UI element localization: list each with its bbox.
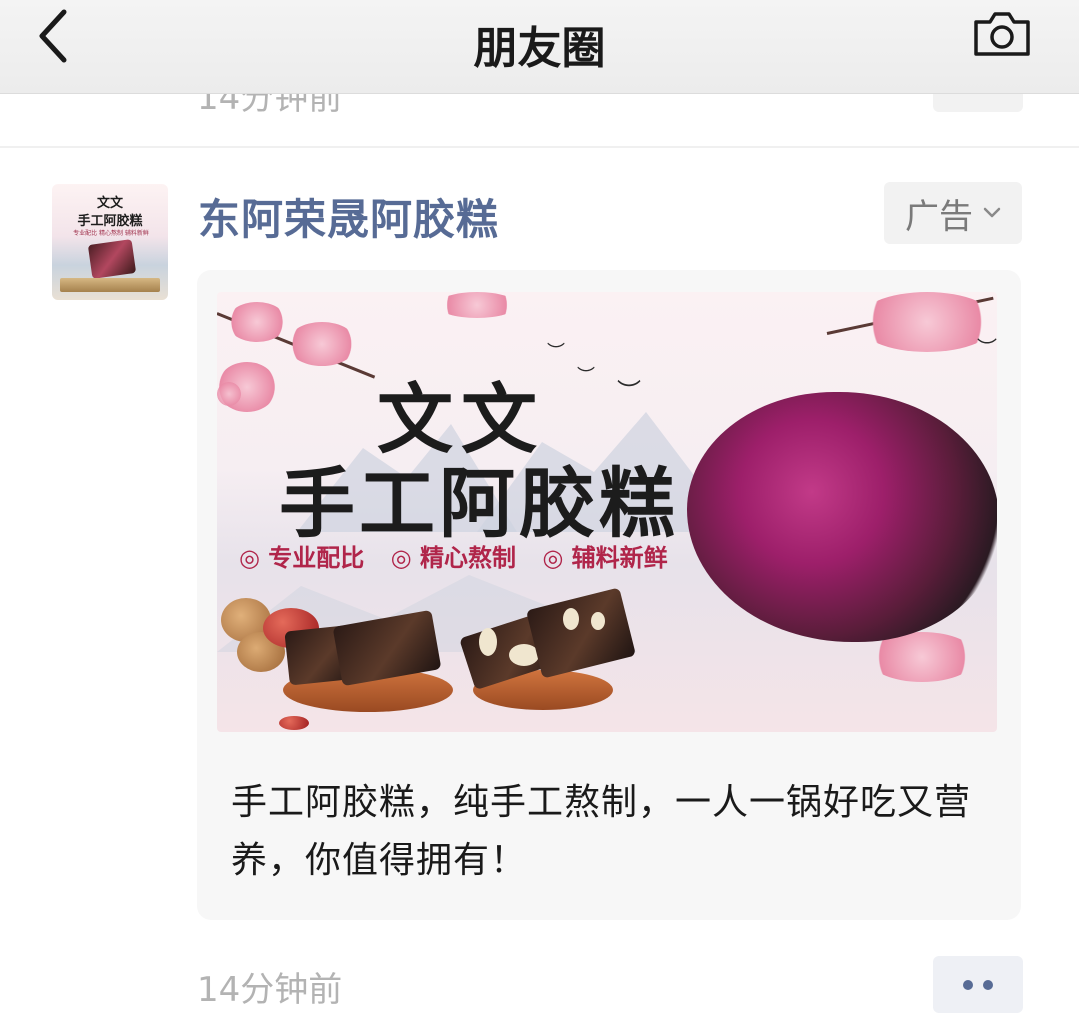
more-dots-icon xyxy=(963,979,973,990)
avatar[interactable]: 文文 手工阿胶糕 专业配比 精心熬制 辅料新鲜 xyxy=(52,184,168,300)
ad-description: 手工阿胶糕，纯手工熬制，一人一锅好吃又营养，你值得拥有！ xyxy=(231,782,972,881)
banner-tag: ◎ 专业配比 xyxy=(239,544,365,572)
banner-tags: ◎ 专业配比 ◎ 精心熬制 ◎ 辅料新鲜 xyxy=(239,538,686,573)
avatar-title-line1: 文文 xyxy=(96,196,123,211)
blossom-shape xyxy=(857,292,997,352)
post-time: 14分钟前 xyxy=(197,970,343,1010)
account-name[interactable]: 东阿荣晟阿胶糕 xyxy=(198,186,499,247)
nut-slice-shape xyxy=(479,628,497,656)
cake-shape xyxy=(525,587,637,679)
bird-shape: ︶ xyxy=(617,378,641,406)
blossom-shape xyxy=(227,302,287,342)
blossom-shape xyxy=(437,292,517,318)
banner-tag: ◎ 精心熬制 xyxy=(390,544,516,572)
bird-shape: ︶ xyxy=(977,336,997,360)
page-title: 朋友圈 xyxy=(473,23,606,74)
nut-slice-shape xyxy=(563,608,579,630)
avatar-title-line2: 手工阿胶糕 xyxy=(77,214,143,229)
avatar-cake-image xyxy=(87,239,137,279)
banner-tag: ◎ 辅料新鲜 xyxy=(542,544,668,572)
camera-icon xyxy=(974,12,1030,56)
ad-card[interactable]: ︶ ︶ ︶ ︶ 文文 手工阿胶糕 ◎ 专业配比 ◎ 精心熬制 ◎ 辅料新鲜 手工… xyxy=(197,270,1021,920)
more-dots-icon xyxy=(983,979,993,990)
more-button[interactable] xyxy=(933,956,1023,1013)
ad-banner-image[interactable]: ︶ ︶ ︶ ︶ 文文 手工阿胶糕 ◎ 专业配比 ◎ 精心熬制 ◎ 辅料新鲜 xyxy=(217,292,997,732)
bird-shape: ︶ xyxy=(547,342,565,363)
rose-petals-image xyxy=(687,392,997,642)
blossom-shape xyxy=(287,322,357,366)
ad-label: 广告 xyxy=(905,196,973,237)
post-divider xyxy=(0,146,1079,148)
nav-bar: 朋友圈 xyxy=(0,0,1079,94)
avatar-plate-image xyxy=(60,278,160,292)
bird-shape: ︶ xyxy=(577,366,595,387)
banner-title-line2: 手工阿胶糕 xyxy=(279,459,679,548)
blossom-shape xyxy=(217,382,241,406)
ad-badge[interactable]: 广告 xyxy=(884,182,1022,244)
red-date-shape xyxy=(279,716,309,730)
nut-slice-shape xyxy=(591,612,605,630)
avatar-tags: 专业配比 精心熬制 辅料新鲜 xyxy=(73,230,149,237)
camera-button[interactable] xyxy=(972,10,1032,60)
chevron-down-icon xyxy=(983,207,1001,218)
